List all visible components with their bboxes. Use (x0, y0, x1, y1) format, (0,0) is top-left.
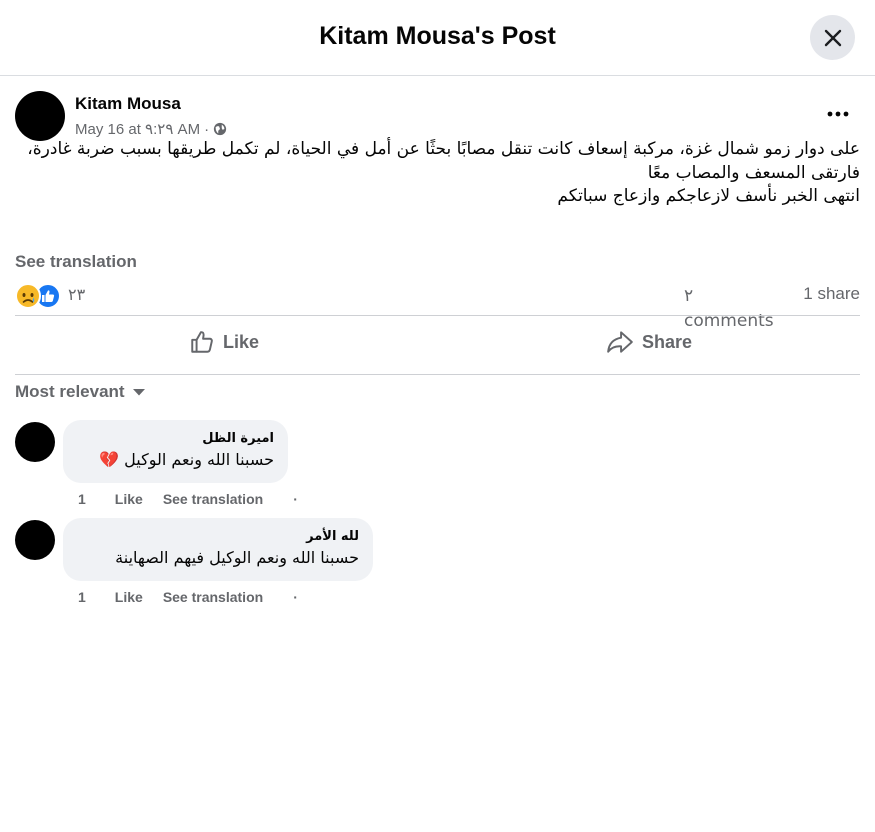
reactions-summary: ٢٣ ٢ comments 1 share (15, 282, 860, 331)
reaction-count[interactable]: ٢٣ (68, 285, 85, 304)
comment-dot: · (293, 491, 298, 507)
comment-bubble: اميرة الظل حسبنا الله ونعم الوكيل 💔 (63, 420, 288, 483)
commenter-avatar[interactable] (15, 520, 55, 560)
comment-text: حسبنا الله ونعم الوكيل 💔 (99, 450, 274, 469)
share-icon (607, 331, 633, 353)
comment-author[interactable]: لله الأمر (78, 528, 359, 546)
like-icon (191, 331, 213, 353)
divider (15, 315, 860, 316)
share-button-label: Share (642, 331, 693, 352)
comment-actions: 1 Like See translation · (78, 491, 298, 507)
comment-sort-dropdown[interactable]: Most relevant (15, 382, 146, 402)
post-body: على دوار زمو شمال غزة، مركبة إسعاف كانت … (15, 138, 860, 209)
post-text-line: على دوار زمو شمال غزة، مركبة إسعاف كانت … (27, 139, 860, 159)
comment-see-translation[interactable]: See translation (163, 589, 263, 605)
reaction-icons[interactable] (15, 283, 61, 309)
comment-bubble: لله الأمر حسبنا الله ونعم الوكيل فيهم ال… (63, 518, 373, 581)
share-button[interactable]: Share (606, 320, 692, 364)
like-button-label: Like (223, 331, 260, 352)
like-button[interactable]: Like (189, 320, 259, 364)
comment-author[interactable]: اميرة الظل (78, 430, 274, 448)
globe-icon (213, 122, 227, 136)
modal-header: Kitam Mousa's Post (0, 0, 875, 76)
sad-face-icon (15, 283, 41, 309)
post-text-line: فارتقى المسعف والمصاب معًا (647, 162, 860, 183)
post-date[interactable]: May 16 at ٩:٢٩ AM (75, 120, 200, 138)
comment-like-button[interactable]: Like (115, 491, 143, 507)
meta-separator: · (204, 120, 210, 138)
sort-label: Most relevant (15, 382, 125, 401)
more-options-button[interactable] (822, 100, 854, 128)
comments-count[interactable]: ٢ comments (684, 284, 784, 334)
see-translation-link[interactable]: See translation (15, 252, 137, 272)
close-icon (824, 29, 841, 46)
author-avatar[interactable] (15, 91, 65, 141)
comment-time[interactable]: 1 (78, 589, 86, 605)
comment-like-button[interactable]: Like (115, 589, 143, 605)
comment-time[interactable]: 1 (78, 491, 86, 507)
comment-text: حسبنا الله ونعم الوكيل فيهم الصهاينة (115, 548, 359, 567)
modal-title: Kitam Mousa's Post (319, 22, 556, 50)
comment-actions: 1 Like See translation · (78, 589, 298, 605)
author-name[interactable]: Kitam Mousa (75, 94, 181, 114)
commenter-avatar[interactable] (15, 422, 55, 462)
post-meta: May 16 at ٩:٢٩ AM · (75, 120, 227, 138)
more-horizontal-icon (827, 111, 849, 117)
close-button[interactable] (810, 15, 855, 60)
shares-count[interactable]: 1 share (803, 284, 860, 304)
divider (15, 374, 860, 375)
post-text-line: انتهى الخبر نأسف لازعاجكم وازعاج سباتكم (557, 186, 860, 206)
caret-down-icon (132, 389, 145, 396)
comment-see-translation[interactable]: See translation (163, 491, 263, 507)
comment-dot: · (293, 589, 298, 605)
